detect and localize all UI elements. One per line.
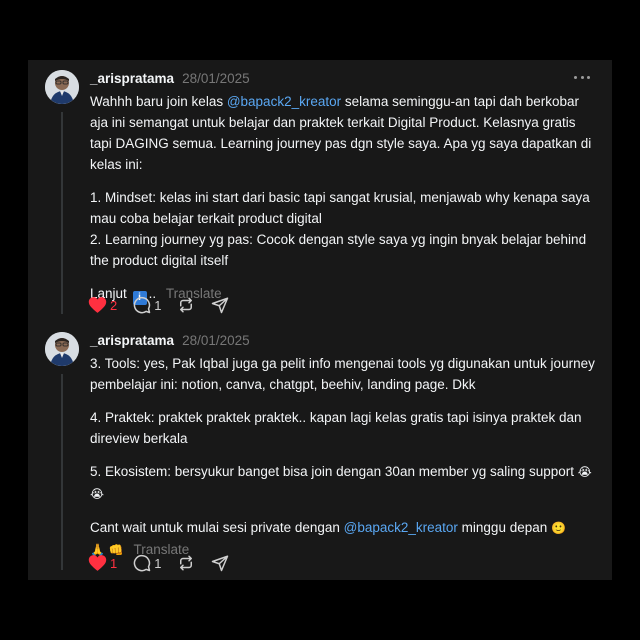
paragraph: 2. Learning journey yg pas: Cocok dengan… [90, 229, 595, 271]
post-body: Wahhh baru join kelas @bapack2_kreator s… [90, 91, 595, 305]
avatar-image [45, 332, 79, 366]
share-icon [212, 555, 229, 572]
paragraph: Wahhh baru join kelas @bapack2_kreator s… [90, 91, 595, 175]
repost-icon [180, 555, 193, 571]
heart-icon [88, 297, 107, 313]
post: _arispratama 28/01/2025 Wahhh baru join … [28, 60, 612, 322]
avatar[interactable] [45, 70, 79, 104]
action-bar: 2 1 [88, 295, 245, 315]
share-icon [212, 297, 229, 314]
like-button[interactable]: 1 [88, 554, 117, 572]
text: Wahhh baru join kelas [90, 94, 227, 109]
reply-button[interactable]: 1 [133, 554, 161, 572]
reply-icon [133, 296, 151, 314]
like-count: 1 [110, 555, 118, 571]
paragraph: 1. Mindset: kelas ini start dari basic t… [90, 187, 595, 229]
timestamp[interactable]: 28/01/2025 [182, 333, 250, 348]
smile-emoji-icon: 🙂 [551, 521, 566, 535]
reply-count: 1 [154, 555, 162, 571]
post-body: 3. Tools: yes, Pak Iqbal juga ga pelit i… [90, 353, 595, 561]
text: 1. Mindset: kelas ini start dari basic t… [90, 190, 590, 226]
action-bar: 1 1 [88, 553, 245, 573]
mention-link[interactable]: @bapack2_kreator [227, 94, 341, 109]
heart-icon [88, 555, 107, 571]
text: minggu depan [457, 520, 551, 535]
text: 4. Praktek: praktek praktek praktek.. ka… [90, 410, 582, 446]
thread-card: _arispratama 28/01/2025 Wahhh baru join … [28, 60, 612, 580]
avatar[interactable] [45, 332, 79, 366]
text: Cant wait untuk mulai sesi private denga… [90, 520, 344, 535]
thread-line [61, 112, 63, 314]
text: 5. Ekosistem: bersyukur banget bisa join… [90, 464, 575, 479]
post: _arispratama 28/01/2025 3. Tools: yes, P… [28, 322, 612, 580]
timestamp[interactable]: 28/01/2025 [182, 71, 250, 86]
share-button[interactable] [211, 554, 229, 572]
share-button[interactable] [211, 296, 229, 314]
reply-count: 1 [154, 297, 162, 313]
more-icon[interactable] [574, 70, 590, 84]
paragraph: 3. Tools: yes, Pak Iqbal juga ga pelit i… [90, 353, 595, 395]
mention-link[interactable]: @bapack2_kreator [344, 520, 458, 535]
repost-button[interactable] [177, 554, 195, 572]
reply-button[interactable]: 1 [133, 296, 161, 314]
username[interactable]: _arispratama [90, 71, 174, 86]
thread-line [61, 374, 63, 570]
text: 2. Learning journey yg pas: Cocok dengan… [90, 232, 587, 268]
repost-icon [180, 297, 193, 313]
text: 3. Tools: yes, Pak Iqbal juga ga pelit i… [90, 356, 595, 392]
username[interactable]: _arispratama [90, 333, 174, 348]
paragraph: 4. Praktek: praktek praktek praktek.. ka… [90, 407, 595, 449]
reply-icon [133, 554, 151, 572]
paragraph: 5. Ekosistem: bersyukur banget bisa join… [90, 461, 595, 505]
post-meta: _arispratama 28/01/2025 [90, 69, 250, 87]
repost-button[interactable] [177, 296, 195, 314]
like-button[interactable]: 2 [88, 296, 117, 314]
avatar-image [45, 70, 79, 104]
like-count: 2 [110, 297, 118, 313]
post-meta: _arispratama 28/01/2025 [90, 331, 250, 349]
